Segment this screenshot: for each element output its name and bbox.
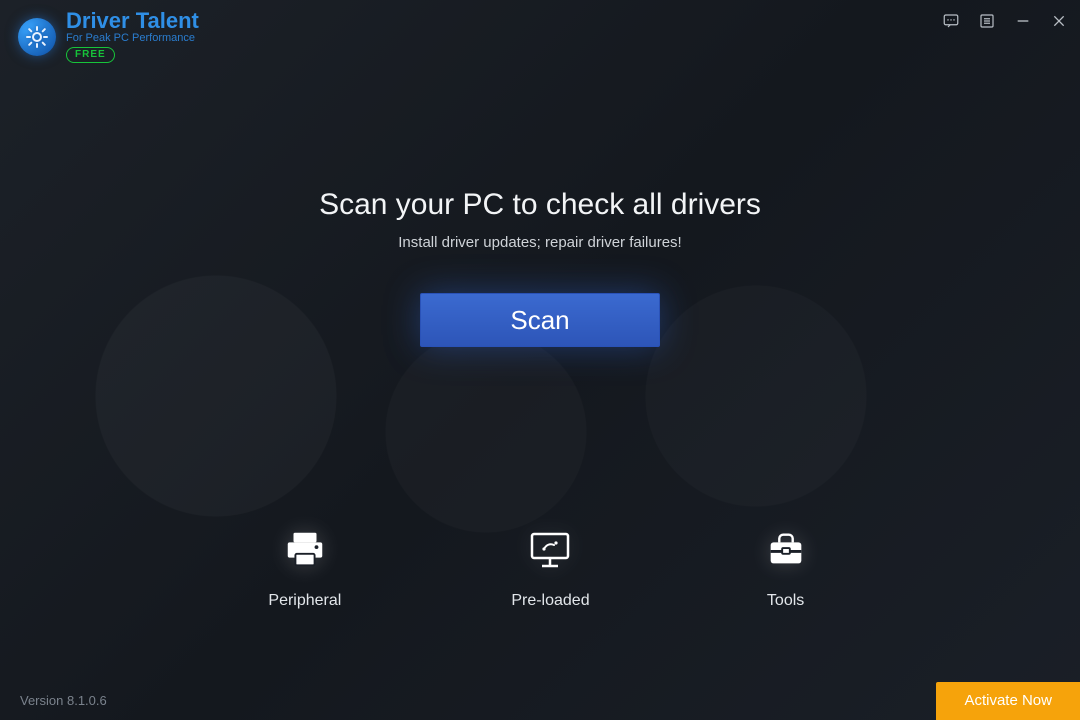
tile-tools[interactable]: Tools: [760, 524, 812, 610]
background-decoration: [0, 0, 1080, 720]
subline: Install driver updates; repair driver fa…: [398, 234, 681, 251]
gear-icon: [18, 18, 56, 56]
minimize-button[interactable]: [1012, 10, 1034, 32]
close-button[interactable]: [1048, 10, 1070, 32]
app-tagline: For Peak PC Performance: [66, 33, 199, 44]
tiles-row: Peripheral Pre-loaded Tools: [0, 524, 1080, 610]
scan-button[interactable]: Scan: [420, 293, 660, 347]
tile-label: Peripheral: [268, 592, 341, 610]
tile-preloaded[interactable]: Pre-loaded: [511, 524, 589, 610]
logo-text: Driver Talent For Peak PC Performance FR…: [66, 10, 199, 63]
monitor-icon: [524, 524, 576, 576]
tile-label: Tools: [767, 592, 804, 610]
activate-now-button[interactable]: Activate Now: [936, 682, 1080, 720]
app-name: Driver Talent: [66, 10, 199, 32]
feedback-icon[interactable]: [940, 10, 962, 32]
titlebar: Driver Talent For Peak PC Performance FR…: [0, 0, 1080, 56]
headline: Scan your PC to check all drivers: [319, 188, 761, 222]
tier-badge: FREE: [66, 47, 115, 63]
menu-icon[interactable]: [976, 10, 998, 32]
toolbox-icon: [760, 524, 812, 576]
app-logo: Driver Talent For Peak PC Performance FR…: [18, 10, 199, 63]
printer-icon: [279, 524, 331, 576]
version-label: Version 8.1.0.6: [20, 693, 107, 708]
window-controls: [940, 10, 1070, 32]
main-content: Scan your PC to check all drivers Instal…: [0, 150, 1080, 347]
tile-peripheral[interactable]: Peripheral: [268, 524, 341, 610]
tile-label: Pre-loaded: [511, 592, 589, 610]
